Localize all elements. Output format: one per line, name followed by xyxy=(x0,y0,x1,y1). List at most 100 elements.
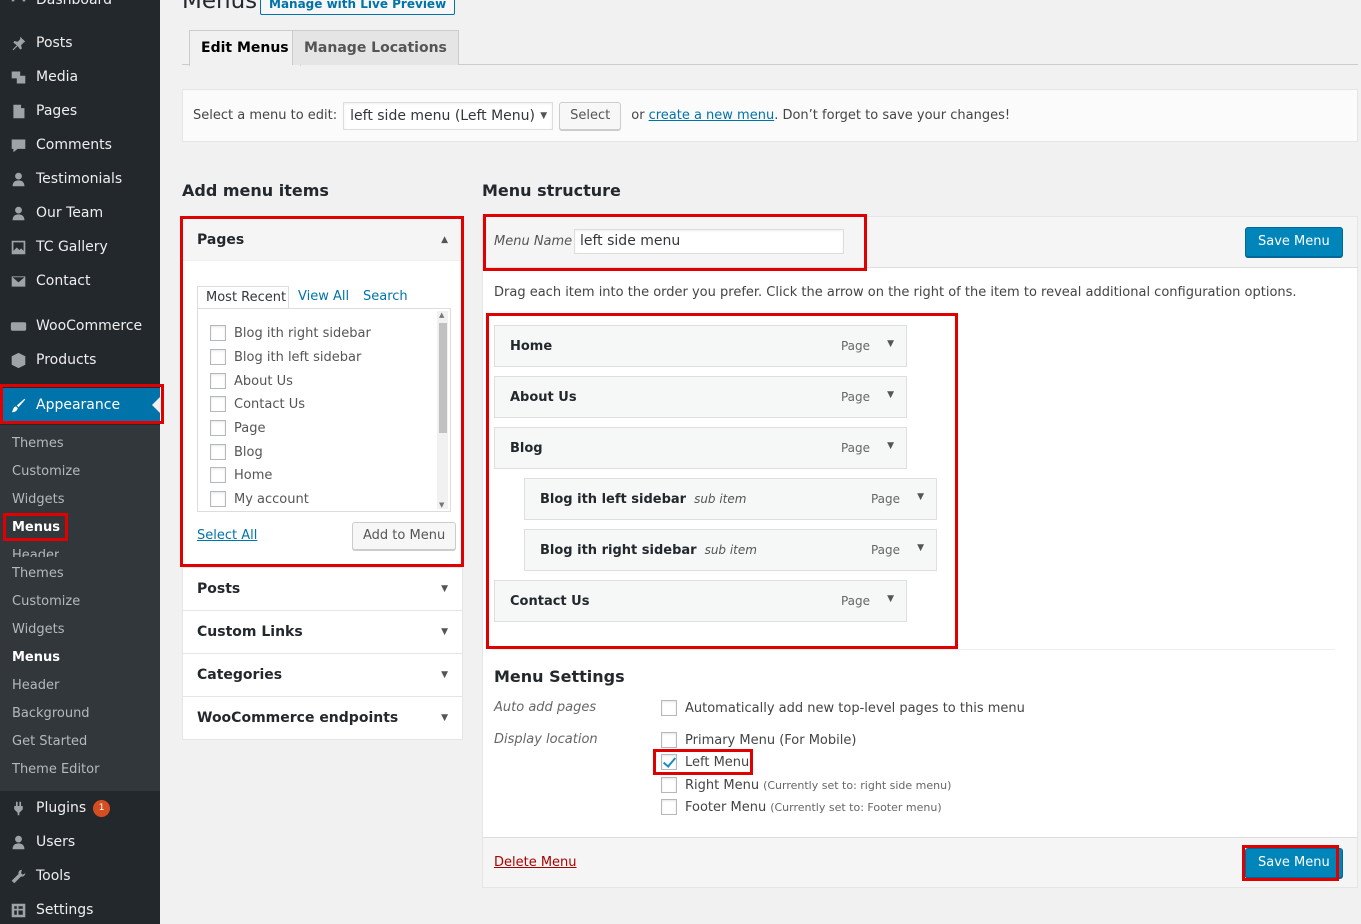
checkbox[interactable] xyxy=(661,732,677,748)
create-new-menu-link[interactable]: create a new menu xyxy=(649,108,775,123)
item-expand-arrow-icon[interactable]: ▼ xyxy=(887,441,894,451)
manage-live-preview-button[interactable]: Manage with Live Preview xyxy=(260,0,456,15)
custom-links-panel[interactable]: Custom Links ▼ xyxy=(182,610,463,654)
item-expand-arrow-icon[interactable]: ▼ xyxy=(887,594,894,604)
item-expand-arrow-icon[interactable]: ▼ xyxy=(887,339,894,349)
sidebar-item-settings[interactable]: Settings xyxy=(0,893,160,924)
select-button[interactable]: Select xyxy=(559,101,622,130)
sidebar-item-plugins[interactable]: Plugins 1 xyxy=(0,791,160,825)
media-icon xyxy=(9,68,27,86)
brush-icon xyxy=(9,396,27,414)
submenu-themes-2[interactable]: Themes xyxy=(12,566,64,581)
person-icon xyxy=(9,833,27,851)
submenu-widgets[interactable]: Widgets xyxy=(12,492,65,507)
add-to-menu-button[interactable]: Add to Menu xyxy=(352,522,457,550)
menu-item-blog-right-sidebar[interactable]: Blog ith right sidebar sub item Page ▼ xyxy=(524,529,937,571)
submenu-background[interactable]: Background xyxy=(12,706,90,721)
checkbox[interactable] xyxy=(210,325,226,341)
item-expand-arrow-icon[interactable]: ▼ xyxy=(917,543,924,553)
scroll-thumb[interactable] xyxy=(439,323,447,433)
item-expand-arrow-icon[interactable]: ▼ xyxy=(887,390,894,400)
scroll-down-icon[interactable]: ▼ xyxy=(439,501,444,509)
submenu-menus-2[interactable]: Menus xyxy=(12,650,60,665)
plugin-icon xyxy=(9,799,27,817)
menu-item-blog-left-sidebar[interactable]: Blog ith left sidebar sub item Page ▼ xyxy=(524,478,937,520)
page-title: Menus xyxy=(182,0,258,14)
save-menu-button-bottom[interactable]: Save Menu xyxy=(1245,848,1343,878)
submenu-get-started[interactable]: Get Started xyxy=(12,734,87,749)
list-item[interactable]: Contact Us xyxy=(210,394,305,414)
sidebar-item-pages[interactable]: Pages xyxy=(0,94,160,128)
location-left-menu[interactable]: Left Menu xyxy=(661,752,749,772)
sidebar-item-tools[interactable]: Tools xyxy=(0,859,160,893)
checkbox[interactable] xyxy=(210,491,226,507)
scroll-up-icon[interactable]: ▲ xyxy=(439,311,444,319)
menu-item-blog[interactable]: Blog Page ▼ xyxy=(494,427,907,469)
settings-divider xyxy=(493,649,1335,650)
expand-arrow-icon: ▼ xyxy=(441,584,448,594)
sidebar-item-users[interactable]: Users xyxy=(0,825,160,859)
list-item[interactable]: Blog ith right sidebar xyxy=(210,323,371,343)
checkbox[interactable] xyxy=(661,799,677,815)
appearance-submenu: Themes Customize Widgets Menus Header Th… xyxy=(0,425,160,791)
menu-item-about-us[interactable]: About Us Page ▼ xyxy=(494,376,907,418)
tab-edit-menus[interactable]: Edit Menus xyxy=(189,30,301,66)
sidebar-item-woocommerce[interactable]: WooCommerce xyxy=(0,309,160,343)
checkbox[interactable] xyxy=(210,467,226,483)
location-primary-menu[interactable]: Primary Menu (For Mobile) xyxy=(661,730,856,750)
sidebar-item-posts[interactable]: Posts xyxy=(0,26,160,60)
categories-panel[interactable]: Categories ▼ xyxy=(182,653,463,697)
sidebar-item-comments[interactable]: Comments xyxy=(0,128,160,162)
select-all-link[interactable]: Select All xyxy=(197,528,257,543)
list-item[interactable]: My account xyxy=(210,489,309,509)
submenu-header-clipped[interactable]: Header xyxy=(12,548,59,557)
checkbox[interactable] xyxy=(210,420,226,436)
tab-manage-locations[interactable]: Manage Locations xyxy=(292,30,459,65)
sidebar-item-dashboard[interactable]: Dashboard xyxy=(0,0,160,17)
checkbox[interactable] xyxy=(210,396,226,412)
woocommerce-endpoints-panel[interactable]: WooCommerce endpoints ▼ xyxy=(182,696,463,740)
submenu-themes[interactable]: Themes xyxy=(12,436,64,451)
submenu-theme-editor[interactable]: Theme Editor xyxy=(12,762,99,777)
checkbox[interactable] xyxy=(210,349,226,365)
menu-item-contact-us[interactable]: Contact Us Page ▼ xyxy=(494,580,907,622)
save-menu-button-top[interactable]: Save Menu xyxy=(1245,227,1343,257)
list-item[interactable]: Blog xyxy=(210,442,263,462)
sidebar-item-our-team[interactable]: Our Team xyxy=(0,196,160,230)
list-item[interactable]: Blog ith left sidebar xyxy=(210,347,361,367)
submenu-header[interactable]: Header xyxy=(12,678,59,693)
menu-name-input[interactable]: left side menu xyxy=(574,229,844,254)
delete-menu-link[interactable]: Delete Menu xyxy=(494,855,577,870)
submenu-customize-2[interactable]: Customize xyxy=(12,594,80,609)
sidebar-item-testimonials[interactable]: Testimonials xyxy=(0,162,160,196)
checkbox[interactable] xyxy=(210,444,226,460)
checkbox[interactable] xyxy=(661,777,677,793)
item-expand-arrow-icon[interactable]: ▼ xyxy=(917,492,924,502)
submenu-customize[interactable]: Customize xyxy=(12,464,80,479)
sidebar-item-contact[interactable]: Contact xyxy=(0,264,160,298)
checked-checkbox[interactable] xyxy=(661,754,677,770)
submenu-widgets-2[interactable]: Widgets xyxy=(12,622,65,637)
pages-panel-header[interactable]: Pages ▲ xyxy=(183,219,462,261)
menu-dropdown[interactable]: left side menu (Left Menu) ▼ xyxy=(343,101,554,130)
auto-add-checkbox[interactable] xyxy=(661,700,677,716)
sidebar-item-appearance[interactable]: Appearance xyxy=(0,388,160,422)
tab-view-all[interactable]: View All xyxy=(298,286,349,308)
location-footer-menu[interactable]: Footer Menu (Currently set to: Footer me… xyxy=(661,797,942,817)
menu-item-home[interactable]: Home Page ▼ xyxy=(494,325,907,367)
location-right-menu[interactable]: Right Menu (Currently set to: right side… xyxy=(661,775,951,795)
posts-panel[interactable]: Posts ▼ xyxy=(182,567,463,611)
list-item[interactable]: Page xyxy=(210,418,265,438)
tab-most-recent[interactable]: Most Recent xyxy=(197,286,289,308)
sidebar-item-products[interactable]: Products xyxy=(0,343,160,377)
checklist-scrollbar[interactable]: ▲ ▼ xyxy=(437,311,448,509)
auto-add-pages-option[interactable]: Automatically add new top-level pages to… xyxy=(661,698,1025,718)
submenu-menus[interactable]: Menus xyxy=(12,520,60,535)
tab-search[interactable]: Search xyxy=(363,286,408,308)
list-item[interactable]: Home xyxy=(210,465,272,485)
list-item[interactable]: About Us xyxy=(210,371,293,391)
checkbox[interactable] xyxy=(210,373,226,389)
sidebar-item-tc-gallery[interactable]: TC Gallery xyxy=(0,230,160,264)
gallery-icon xyxy=(9,238,27,256)
sidebar-item-media[interactable]: Media xyxy=(0,60,160,94)
